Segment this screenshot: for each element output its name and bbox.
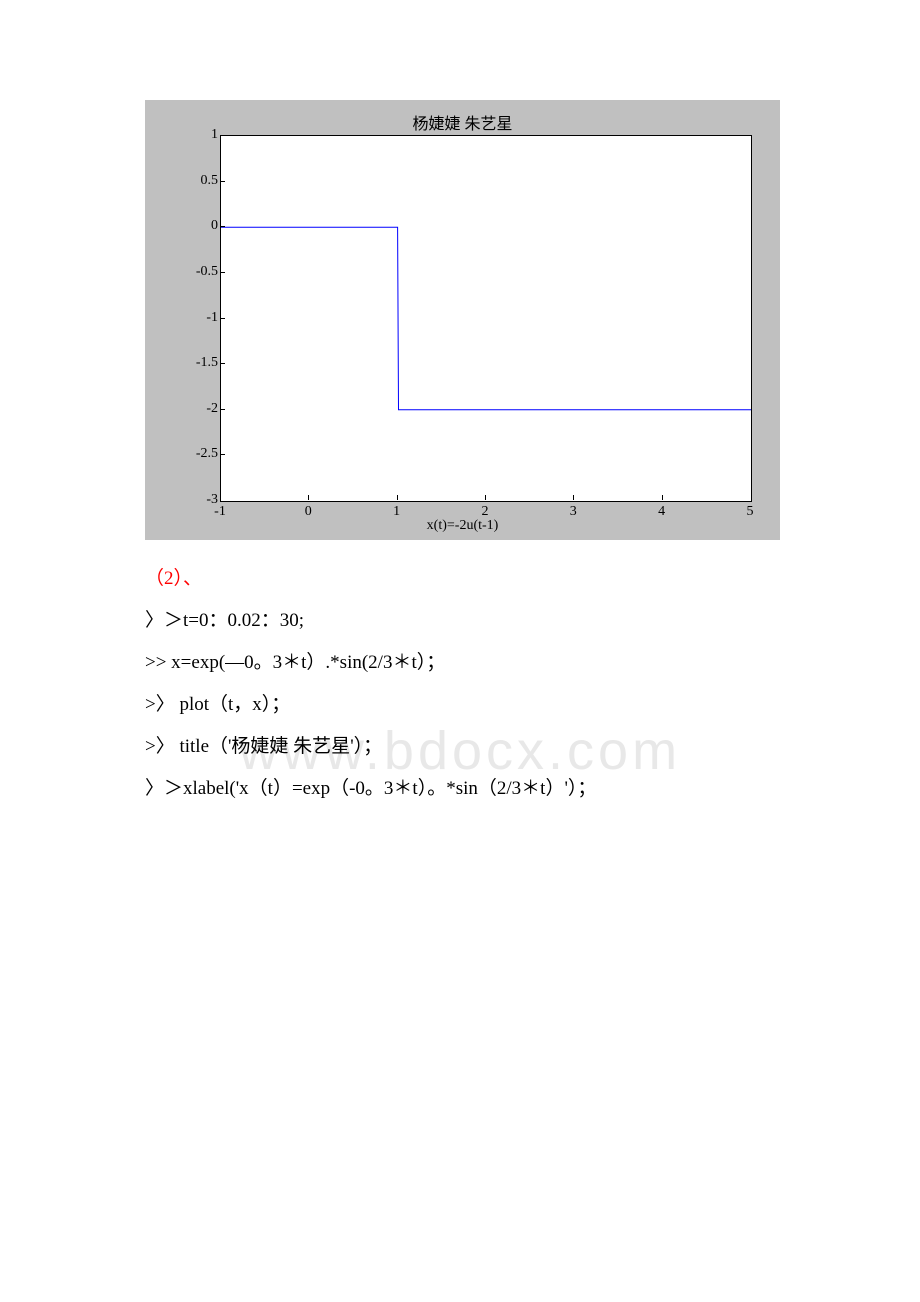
y-tick-mark [220, 363, 225, 364]
code-line: >〉 title（'杨婕婕 朱艺星'）； [145, 728, 780, 766]
matlab-figure: 杨婕婕 朱艺星 1 0.5 0 -0.5 -1 -1.5 -2 -2.5 -3 … [145, 100, 780, 540]
x-tick-mark [573, 495, 574, 500]
x-axis-label: x(t)=-2u(t-1) [145, 518, 780, 534]
item-number: （2）、 [145, 560, 780, 598]
y-tick-label: 0 [168, 218, 218, 234]
document-page: www.bdocx.com 杨婕婕 朱艺星 1 0.5 0 -0.5 -1 -1… [0, 100, 920, 808]
y-tick-label: -2 [168, 401, 218, 417]
y-tick-mark [220, 318, 225, 319]
x-tick-mark [662, 495, 663, 500]
x-tick-mark [485, 495, 486, 500]
y-tick-mark [220, 181, 225, 182]
code-line: >> x=exp(—0。3＊t）.*sin(2/3＊t）； [145, 644, 780, 682]
y-tick-mark [220, 226, 225, 227]
x-tick-mark [308, 495, 309, 500]
y-tick-label: -1.5 [168, 355, 218, 371]
x-tick-mark [397, 495, 398, 500]
code-text-block: （2）、 〉＞t=0：0.02：30; >> x=exp(—0。3＊t）.*si… [145, 560, 780, 808]
y-tick-mark [220, 135, 225, 136]
code-line: >〉 plot（t，x）； [145, 686, 780, 724]
y-tick-label: -0.5 [168, 264, 218, 280]
chart-title: 杨婕婕 朱艺星 [145, 110, 780, 134]
y-tick-label: -1 [168, 310, 218, 326]
y-tick-label: -2.5 [168, 446, 218, 462]
y-tick-mark [220, 409, 225, 410]
plot-axes [220, 135, 752, 502]
y-tick-mark [220, 454, 225, 455]
y-tick-mark [220, 272, 225, 273]
code-line: 〉＞xlabel('x（t）=exp（-0。3＊t）。*sin（2/3＊t）'）… [145, 770, 780, 808]
y-tick-label: 0.5 [168, 173, 218, 189]
step-plot-line [221, 136, 751, 501]
code-line: 〉＞t=0：0.02：30; [145, 602, 780, 640]
y-tick-label: 1 [168, 127, 218, 143]
